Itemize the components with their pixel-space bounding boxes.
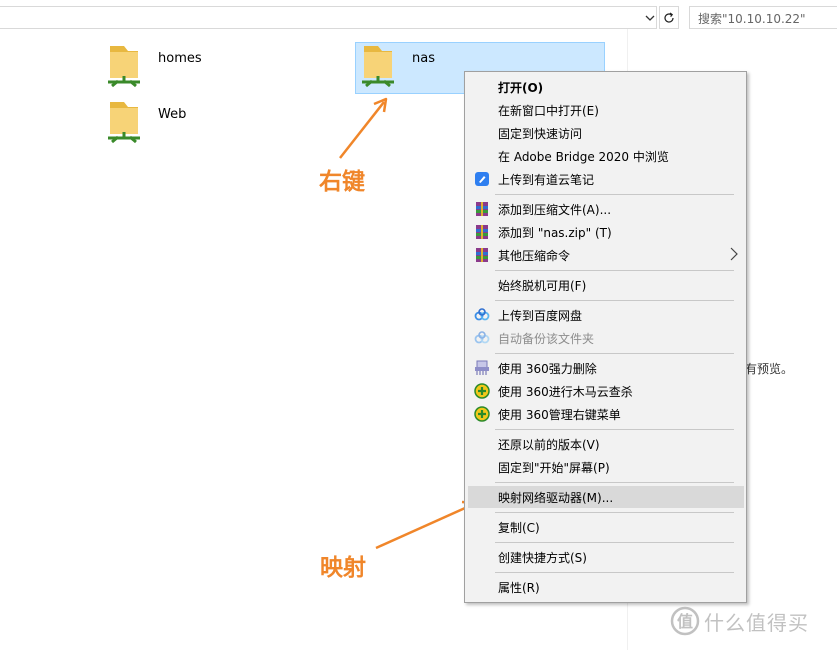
menu-item-copy[interactable]: 复制(C) <box>468 516 744 538</box>
menu-item-other-compress[interactable]: 其他压缩命令 <box>468 244 744 266</box>
menu-item-label: 添加到 "nas.zip" (T) <box>498 225 612 240</box>
menu-separator <box>495 270 734 271</box>
annotation-map: 映射 <box>320 555 366 581</box>
360-icon <box>474 406 490 422</box>
annotation-right-click: 右键 <box>319 169 365 195</box>
menu-item-label: 上传到有道云笔记 <box>498 172 595 187</box>
menu-item-restore-versions[interactable]: 还原以前的版本(V) <box>468 433 744 455</box>
menu-item-open-new-window[interactable]: 在新窗口中打开(E) <box>468 99 744 121</box>
menu-item-create-shortcut[interactable]: 创建快捷方式(S) <box>468 546 744 568</box>
menu-separator <box>495 482 734 483</box>
menu-item-auto-backup: 自动备份该文件夹 <box>468 327 744 349</box>
shredder-icon <box>475 360 489 375</box>
menu-item-label: 映射网络驱动器(M)... <box>498 490 614 505</box>
context-menu: 打开(O) 在新窗口中打开(E) 固定到快速访问 在 Adobe Bridge … <box>464 71 747 603</box>
menu-item-label: 使用 360强力删除 <box>498 361 597 376</box>
menu-separator <box>495 572 734 573</box>
menu-item-label: 其他压缩命令 <box>498 248 571 263</box>
menu-item-label: 打开(O) <box>498 80 544 95</box>
menu-separator <box>495 512 734 513</box>
menu-item-label: 创建快捷方式(S) <box>498 550 587 565</box>
watermark-text: 什么值得买 <box>704 610 809 635</box>
winrar-icon <box>476 225 488 239</box>
menu-separator <box>495 542 734 543</box>
menu-separator <box>495 300 734 301</box>
watermark: 值 什么值得买 <box>670 606 809 636</box>
menu-item-label: 还原以前的版本(V) <box>498 437 600 452</box>
menu-item-baidu-upload[interactable]: 上传到百度网盘 <box>468 304 744 326</box>
menu-item-adobe-bridge[interactable]: 在 Adobe Bridge 2020 中浏览 <box>468 145 744 167</box>
smzdm-logo-icon: 值 <box>670 606 700 636</box>
baidu-netdisk-icon <box>474 331 490 344</box>
menu-item-add-nas-zip[interactable]: 添加到 "nas.zip" (T) <box>468 221 744 243</box>
winrar-icon <box>476 202 488 216</box>
menu-item-label: 添加到压缩文件(A)... <box>498 202 612 217</box>
menu-item-label: 使用 360进行木马云查杀 <box>498 384 633 399</box>
menu-item-properties[interactable]: 属性(R) <box>468 576 744 598</box>
chevron-right-icon <box>730 247 738 265</box>
menu-item-label: 始终脱机可用(F) <box>498 278 587 293</box>
menu-item-pin-quick-access[interactable]: 固定到快速访问 <box>468 122 744 144</box>
menu-item-label: 固定到快速访问 <box>498 126 583 141</box>
menu-item-open[interactable]: 打开(O) <box>468 76 744 98</box>
menu-item-label: 复制(C) <box>498 520 540 535</box>
menu-item-always-offline[interactable]: 始终脱机可用(F) <box>468 274 744 296</box>
menu-separator <box>495 194 734 195</box>
menu-separator <box>495 353 734 354</box>
menu-item-label: 在 Adobe Bridge 2020 中浏览 <box>498 149 669 164</box>
menu-item-label: 自动备份该文件夹 <box>498 331 595 346</box>
svg-text:值: 值 <box>677 612 693 631</box>
arrow-to-map-drive <box>375 500 478 550</box>
menu-item-360-shred[interactable]: 使用 360强力删除 <box>468 357 744 379</box>
menu-item-add-archive[interactable]: 添加到压缩文件(A)... <box>468 198 744 220</box>
menu-item-youdao-note[interactable]: 上传到有道云笔记 <box>468 168 744 190</box>
menu-item-360-scan[interactable]: 使用 360进行木马云查杀 <box>468 380 744 402</box>
menu-item-label: 使用 360管理右键菜单 <box>498 407 621 422</box>
menu-item-label: 属性(R) <box>498 580 540 595</box>
menu-item-label: 固定到"开始"屏幕(P) <box>498 460 610 475</box>
menu-item-label: 上传到百度网盘 <box>498 308 583 323</box>
menu-separator <box>495 429 734 430</box>
baidu-netdisk-icon <box>474 308 490 321</box>
winrar-icon <box>476 248 488 262</box>
menu-item-map-network-drive[interactable]: 映射网络驱动器(M)... <box>468 486 744 508</box>
menu-item-label: 在新窗口中打开(E) <box>498 103 599 118</box>
arrow-to-nas <box>339 97 388 159</box>
menu-item-pin-start[interactable]: 固定到"开始"屏幕(P) <box>468 456 744 478</box>
menu-item-360-manage[interactable]: 使用 360管理右键菜单 <box>468 403 744 425</box>
360-icon <box>474 383 490 399</box>
youdao-note-icon <box>475 172 489 186</box>
